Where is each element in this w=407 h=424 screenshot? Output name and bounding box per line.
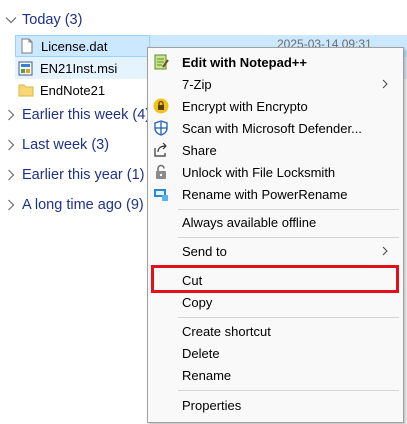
padlock-icon	[153, 164, 169, 180]
context-menu: Edit with Notepad++ 7-Zip Encrypt with E…	[147, 47, 404, 423]
file-name: EndNote21	[40, 82, 106, 98]
chevron-right-icon	[4, 138, 18, 152]
group-earlier-this-year-label: Earlier this year (1)	[22, 167, 145, 183]
menu-item-always-offline[interactable]: Always available offline	[148, 211, 403, 233]
file-row-endnote21[interactable]: EndNote21	[15, 79, 150, 101]
menu-item-label: Edit with Notepad++	[182, 54, 307, 70]
menu-item-label: Unlock with File Locksmith	[182, 164, 336, 180]
menu-item-label: Create shortcut	[182, 323, 271, 339]
file-row-license[interactable]: License.dat	[15, 35, 150, 57]
folder-icon	[18, 82, 34, 98]
menu-item-label: Always available offline	[182, 214, 317, 230]
group-last-week-label: Last week (3)	[22, 137, 110, 153]
menu-separator	[178, 390, 399, 391]
group-today-label: Today (3)	[22, 12, 83, 28]
menu-item-label: Delete	[182, 345, 220, 361]
file-name: License.dat	[41, 38, 108, 54]
menu-item-label: 7-Zip	[182, 76, 212, 92]
chevron-right-icon	[381, 244, 389, 258]
menu-item-label: Scan with Microsoft Defender...	[182, 120, 362, 136]
share-icon	[153, 142, 169, 158]
menu-item-encrypt[interactable]: Encrypt with Encrypto	[148, 95, 403, 117]
group-long-time-ago[interactable]: A long time ago (9)	[4, 193, 144, 217]
menu-item-label: Rename	[182, 367, 232, 383]
chevron-right-icon	[4, 168, 18, 182]
menu-item-label: Rename with PowerRename	[182, 186, 348, 202]
menu-item-7zip[interactable]: 7-Zip	[148, 73, 403, 95]
group-earlier-this-year[interactable]: Earlier this year (1)	[4, 163, 144, 187]
menu-item-copy[interactable]: Copy	[148, 291, 403, 313]
menu-item-label: Share	[182, 142, 217, 158]
menu-separator	[178, 209, 399, 210]
chevron-right-icon	[4, 198, 18, 212]
cut-highlight-box	[151, 265, 399, 293]
document-icon	[19, 38, 35, 54]
menu-separator	[178, 237, 399, 238]
file-row-en21inst[interactable]: EN21Inst.msi	[15, 57, 150, 79]
menu-item-send-to[interactable]: Send to	[148, 240, 403, 262]
defender-shield-icon	[153, 120, 169, 136]
menu-item-scan-defender[interactable]: Scan with Microsoft Defender...	[148, 117, 403, 139]
group-earlier-this-week[interactable]: Earlier this week (4)	[4, 103, 150, 127]
menu-item-label: Send to	[182, 243, 227, 259]
installer-icon	[18, 60, 34, 76]
group-earlier-this-week-label: Earlier this week (4)	[22, 107, 151, 123]
menu-item-label: Encrypt with Encrypto	[182, 98, 308, 114]
menu-item-unlock-locksmith[interactable]: Unlock with File Locksmith	[148, 161, 403, 183]
menu-item-delete[interactable]: Delete	[148, 342, 403, 364]
group-last-week[interactable]: Last week (3)	[4, 133, 109, 157]
menu-item-rename[interactable]: Rename	[148, 364, 403, 386]
menu-item-label: Copy	[182, 294, 213, 310]
notepad-plus-plus-icon	[153, 54, 169, 70]
group-long-time-ago-label: A long time ago (9)	[22, 197, 144, 213]
menu-item-create-shortcut[interactable]: Create shortcut	[148, 320, 403, 342]
powerrename-icon	[153, 186, 169, 202]
file-name: EN21Inst.msi	[40, 60, 118, 76]
menu-item-properties[interactable]: Properties	[148, 394, 403, 416]
menu-item-label: Properties	[182, 397, 242, 413]
encrypto-lock-icon	[153, 98, 169, 114]
menu-separator	[178, 317, 399, 318]
chevron-down-icon	[4, 13, 18, 27]
chevron-right-icon	[4, 108, 18, 122]
group-today[interactable]: Today (3)	[4, 8, 82, 32]
chevron-right-icon	[381, 77, 389, 91]
menu-item-edit-notepad[interactable]: Edit with Notepad++	[148, 51, 403, 73]
menu-item-rename-powerrename[interactable]: Rename with PowerRename	[148, 183, 403, 205]
menu-item-share[interactable]: Share	[148, 139, 403, 161]
